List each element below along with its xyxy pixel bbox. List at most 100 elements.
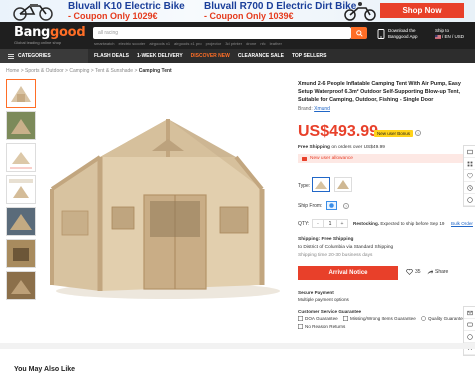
type-option-1[interactable] bbox=[312, 177, 330, 192]
thumbnail-tent-outdoor[interactable] bbox=[6, 111, 36, 140]
service-title: Customer Service Guarantee bbox=[298, 309, 362, 314]
chat-icon bbox=[466, 322, 473, 326]
menu-icon bbox=[8, 53, 14, 59]
thumbnail-list bbox=[6, 79, 36, 303]
share-button[interactable]: Share bbox=[427, 269, 448, 275]
shipping-destination[interactable]: to District of Columbia via Standard Shi… bbox=[298, 244, 393, 252]
secure-sub: Multiple payment options bbox=[298, 296, 349, 302]
hot-search-link[interactable]: leather bbox=[270, 41, 282, 46]
arrival-notice-button[interactable]: Arrival Notice bbox=[298, 266, 398, 280]
shop-now-button[interactable]: Shop Now bbox=[380, 3, 464, 18]
shipping-time: Shipping time 20-30 business days bbox=[298, 253, 373, 258]
ship-from-label: Ship From: bbox=[298, 203, 323, 209]
search-input[interactable] bbox=[98, 30, 338, 36]
rail-message-button[interactable] bbox=[464, 307, 475, 319]
promo-banner[interactable]: Bluvall K10 Electric Bike - Coupon Only … bbox=[0, 0, 475, 22]
ship-from-option[interactable] bbox=[326, 201, 337, 210]
main-product-image[interactable] bbox=[40, 79, 288, 329]
nav-clearance-sale[interactable]: CLEARANCE SALE bbox=[238, 53, 284, 59]
search-box[interactable] bbox=[93, 27, 351, 39]
no-reason-returns[interactable]: No Reason Returns bbox=[298, 323, 345, 330]
type-label: Type: bbox=[298, 183, 311, 189]
thumbnail-tent-size[interactable] bbox=[6, 143, 36, 172]
app-line2: Banggood App bbox=[388, 34, 418, 39]
qty-increase-button[interactable]: + bbox=[337, 220, 347, 227]
mail-icon bbox=[466, 310, 473, 315]
hot-search-link[interactable]: smartwatch bbox=[94, 41, 114, 46]
globe-icon bbox=[329, 203, 334, 208]
rail-history-button[interactable] bbox=[464, 182, 475, 194]
hot-search-link[interactable]: 3d printer bbox=[225, 41, 242, 46]
banggood-logo[interactable]: Banggood bbox=[14, 25, 86, 40]
ship-from-help-icon[interactable]: ? bbox=[343, 203, 349, 209]
thumbnail-tent-interior[interactable] bbox=[6, 207, 36, 236]
qty-label: QTY: bbox=[298, 221, 310, 227]
wishlist-count: 35 bbox=[415, 269, 421, 275]
rail-coupon-button[interactable] bbox=[464, 194, 475, 206]
cart-icon bbox=[466, 149, 473, 154]
site-header: Banggood Global leading online shop smar… bbox=[0, 22, 475, 49]
return-icon bbox=[298, 324, 303, 329]
hot-search-link[interactable]: drone bbox=[246, 41, 256, 46]
hot-search-link[interactable]: projector bbox=[206, 41, 222, 46]
qty-decrease-button[interactable]: - bbox=[313, 220, 323, 227]
dirtbike-illustration bbox=[344, 2, 376, 21]
phone-icon bbox=[377, 29, 385, 39]
ebike-illustration bbox=[13, 4, 53, 21]
product-title: Xmund 2-6 People Inflatable Camping Tent… bbox=[298, 81, 461, 103]
hot-search-link[interactable]: airgoods x1 bbox=[149, 41, 170, 46]
rail-grid-button[interactable] bbox=[464, 158, 475, 170]
nav-1-week-delivery[interactable]: 1-WEEK DELIVERY bbox=[137, 53, 183, 59]
section-divider bbox=[0, 343, 475, 349]
nav-top-sellers[interactable]: TOP SELLERS bbox=[292, 53, 327, 59]
new-user-bonus-badge[interactable]: New user Bonus bbox=[374, 130, 414, 137]
heart-icon bbox=[406, 269, 413, 275]
shipping-info: Shipping: Free Shipping to District of C… bbox=[298, 236, 393, 260]
thumbnail-tent-inflation[interactable] bbox=[6, 239, 36, 268]
logo-tagline: Global leading online shop bbox=[14, 40, 62, 45]
hot-searches: smartwatch electric scooter airgoods x1 … bbox=[94, 41, 282, 46]
rail-feedback-button[interactable] bbox=[464, 319, 475, 331]
grid-icon bbox=[467, 161, 472, 166]
bulk-order-link[interactable]: Bulk Order bbox=[451, 221, 473, 226]
doa-guarantee[interactable]: DOA Guarantee bbox=[298, 315, 338, 322]
thumbnail-tent-front[interactable] bbox=[6, 79, 36, 108]
search-button[interactable] bbox=[351, 27, 367, 39]
price-help-icon[interactable]: ? bbox=[415, 130, 421, 136]
thumbnail-tent-features[interactable] bbox=[6, 175, 36, 204]
help-icon bbox=[466, 333, 473, 340]
secure-title: Secure Payment bbox=[298, 290, 334, 295]
checkbox-icon bbox=[298, 316, 303, 321]
hot-search-link[interactable]: airgoods x1 pro bbox=[174, 41, 202, 46]
banner-right-coupon: - Coupon Only 1039€ bbox=[204, 11, 294, 21]
rail-help-button[interactable] bbox=[464, 331, 475, 343]
hot-search-link[interactable]: electric scooter bbox=[118, 41, 145, 46]
missing-items-guarantee[interactable]: Missing/Wrong Items Guarantee bbox=[342, 315, 416, 322]
thumbnail-tent-camp[interactable] bbox=[6, 271, 36, 300]
nav-discover-new[interactable]: DISCOVER NEW bbox=[191, 53, 230, 59]
product-price: US$493.99 bbox=[298, 123, 379, 140]
us-flag-icon bbox=[435, 35, 441, 39]
rail-wishlist-button[interactable] bbox=[464, 170, 475, 182]
new-user-allowance-bar[interactable]: New user allowance bbox=[298, 154, 468, 163]
hot-search-link[interactable]: nfc bbox=[260, 41, 265, 46]
download-app-link[interactable]: Download the Banggood App bbox=[377, 28, 418, 40]
brand-link[interactable]: Xmund bbox=[314, 106, 330, 112]
right-rail-top bbox=[463, 145, 475, 207]
rail-cart-button[interactable] bbox=[464, 146, 475, 158]
share-label: Share bbox=[435, 269, 449, 275]
ship-to-selector[interactable]: Ship to / EN / USD bbox=[435, 28, 464, 40]
quality-guarantee[interactable]: Quality Guarantee bbox=[421, 315, 465, 322]
qty-input[interactable]: 1 bbox=[323, 220, 337, 227]
service-guarantee: Customer Service Guarantee DOA Guarantee… bbox=[298, 308, 469, 331]
nav-flash-deals[interactable]: FLASH DEALS bbox=[94, 53, 129, 59]
breadcrumb-path[interactable]: Home > Sports & Outdoor > Camping > Tent… bbox=[6, 68, 139, 74]
box-icon bbox=[342, 316, 348, 321]
breadcrumb: Home > Sports & Outdoor > Camping > Tent… bbox=[6, 68, 172, 74]
breadcrumb-current: Camping Tent bbox=[138, 68, 172, 74]
categories-menu[interactable]: CATEGORIES bbox=[0, 49, 88, 63]
clock-icon bbox=[466, 184, 473, 191]
heart-icon bbox=[466, 172, 473, 179]
type-option-2[interactable] bbox=[334, 177, 352, 192]
wishlist-button[interactable]: 35 bbox=[406, 269, 421, 275]
